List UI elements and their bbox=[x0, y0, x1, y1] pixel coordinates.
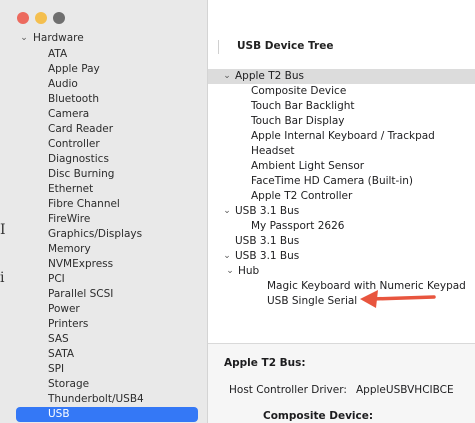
red-arrow-annotation bbox=[360, 290, 436, 308]
zoom-window-button[interactable] bbox=[53, 12, 65, 24]
sidebar-item-pci[interactable]: PCI bbox=[0, 272, 207, 287]
tree-row-label: FaceTime HD Camera (Built-in) bbox=[251, 175, 414, 187]
sidebar-hardware-label: Hardware bbox=[33, 32, 84, 44]
sidebar-item-disc-burning[interactable]: Disc Burning bbox=[0, 167, 207, 182]
usb-device-tree: ⌄ Apple T2 Bus Composite Device Touch Bar B… bbox=[208, 69, 475, 309]
sidebar-item-diagnostics[interactable]: Diagnostics bbox=[0, 152, 207, 167]
tree-row[interactable]: FaceTime HD Camera (Built-in) bbox=[208, 174, 475, 189]
tree-title: USB Device Tree bbox=[237, 40, 334, 52]
tree-row[interactable]: ⌄ Hub bbox=[208, 264, 475, 279]
tree-row[interactable]: Composite Device bbox=[208, 84, 475, 99]
sidebar-item-sata[interactable]: SATA bbox=[0, 347, 207, 362]
tree-row-label: Touch Bar Display bbox=[251, 115, 345, 127]
sidebar-item-ata[interactable]: ATA bbox=[0, 47, 207, 62]
sidebar-item-apple-pay[interactable]: Apple Pay bbox=[0, 62, 207, 77]
sidebar-list: ATA Apple Pay Audio Bluetooth Camera Card Rea… bbox=[0, 47, 207, 422]
tree-row-label: USB Single Serial bbox=[267, 295, 358, 307]
main-panel: USB Device Tree ⌄ Apple T2 Bus Composite D… bbox=[208, 0, 475, 423]
tree-row[interactable]: Headset bbox=[208, 144, 475, 159]
tree-row[interactable]: USB 3.1 Bus bbox=[208, 234, 475, 249]
sidebar-item-power[interactable]: Power bbox=[0, 302, 207, 317]
sidebar-hardware-header[interactable]: ⌄ Hardware bbox=[19, 32, 84, 44]
chevron-down-icon: ⌄ bbox=[20, 33, 28, 43]
window-controls bbox=[17, 12, 65, 24]
system-information-window: ⌄ Hardware ATA Apple Pay Audio Bluetooth Cam… bbox=[0, 0, 475, 423]
detail-title: Apple T2 Bus: bbox=[224, 357, 306, 369]
tree-row-label: Touch Bar Backlight bbox=[251, 100, 355, 112]
tree-row-label: My Passport 2626 bbox=[251, 220, 345, 232]
chevron-down-icon[interactable]: ⌄ bbox=[225, 264, 235, 279]
sidebar-item-printers[interactable]: Printers bbox=[0, 317, 207, 332]
sidebar-item-spi[interactable]: SPI bbox=[0, 362, 207, 377]
sidebar-item-fibre-channel[interactable]: Fibre Channel bbox=[0, 197, 207, 212]
sidebar-item-audio[interactable]: Audio bbox=[0, 77, 207, 92]
sidebar-item-usb[interactable]: USB bbox=[16, 407, 198, 422]
tree-row-label: USB 3.1 Bus bbox=[235, 205, 300, 217]
sidebar-item-bluetooth[interactable]: Bluetooth bbox=[0, 92, 207, 107]
detail-subtitle: Composite Device: bbox=[263, 410, 374, 422]
chevron-down-icon[interactable]: ⌄ bbox=[222, 69, 232, 84]
column-divider[interactable] bbox=[218, 40, 219, 54]
sidebar-item-storage[interactable]: Storage bbox=[0, 377, 207, 392]
tree-row[interactable]: Touch Bar Backlight bbox=[208, 99, 475, 114]
tree-row[interactable]: ⌄ Apple T2 Bus bbox=[208, 69, 475, 84]
sidebar-item-sas[interactable]: SAS bbox=[0, 332, 207, 347]
sidebar-item-thunderbolt-usb4[interactable]: Thunderbolt/USB4 bbox=[0, 392, 207, 407]
detail-host-value: AppleUSBVHCIBCE bbox=[356, 384, 454, 396]
tree-row[interactable]: Ambient Light Sensor bbox=[208, 159, 475, 174]
background-glyph: I bbox=[0, 222, 6, 238]
detail-host-label: Host Controller Driver: bbox=[229, 384, 347, 396]
sidebar-item-controller[interactable]: Controller bbox=[0, 137, 207, 152]
tree-row-label: Apple Internal Keyboard / Trackpad bbox=[251, 130, 435, 142]
tree-row[interactable]: Apple T2 Controller bbox=[208, 189, 475, 204]
sidebar-item-firewire[interactable]: FireWire bbox=[0, 212, 207, 227]
tree-row-label: USB 3.1 Bus bbox=[235, 235, 300, 247]
tree-row[interactable]: My Passport 2626 bbox=[208, 219, 475, 234]
sidebar-item-graphics-displays[interactable]: Graphics/Displays bbox=[0, 227, 207, 242]
sidebar: ⌄ Hardware ATA Apple Pay Audio Bluetooth Cam… bbox=[0, 0, 208, 423]
tree-row[interactable]: ⌄ USB 3.1 Bus bbox=[208, 249, 475, 264]
tree-row[interactable]: ⌄ USB 3.1 Bus bbox=[208, 204, 475, 219]
tree-row-label: Composite Device bbox=[251, 85, 347, 97]
tree-row-label: Hub bbox=[238, 265, 260, 277]
chevron-down-icon[interactable]: ⌄ bbox=[222, 249, 232, 264]
tree-row-label: Ambient Light Sensor bbox=[251, 160, 365, 172]
close-window-button[interactable] bbox=[17, 12, 29, 24]
tree-row-label: Apple T2 Controller bbox=[251, 190, 353, 202]
sidebar-item-camera[interactable]: Camera bbox=[0, 107, 207, 122]
sidebar-item-card-reader[interactable]: Card Reader bbox=[0, 122, 207, 137]
tree-row[interactable]: Touch Bar Display bbox=[208, 114, 475, 129]
sidebar-item-parallel-scsi[interactable]: Parallel SCSI bbox=[0, 287, 207, 302]
sidebar-item-nvmexpress[interactable]: NVMExpress bbox=[0, 257, 207, 272]
tree-row[interactable]: Apple Internal Keyboard / Trackpad bbox=[208, 129, 475, 144]
sidebar-item-memory[interactable]: Memory bbox=[0, 242, 207, 257]
tree-row-label: USB 3.1 Bus bbox=[235, 250, 300, 262]
minimize-window-button[interactable] bbox=[35, 12, 47, 24]
tree-row-label: Headset bbox=[251, 145, 295, 157]
tree-row-label: Apple T2 Bus bbox=[235, 70, 304, 82]
chevron-down-icon[interactable]: ⌄ bbox=[222, 204, 232, 219]
sidebar-item-ethernet[interactable]: Ethernet bbox=[0, 182, 207, 197]
background-glyph: i bbox=[0, 270, 5, 286]
